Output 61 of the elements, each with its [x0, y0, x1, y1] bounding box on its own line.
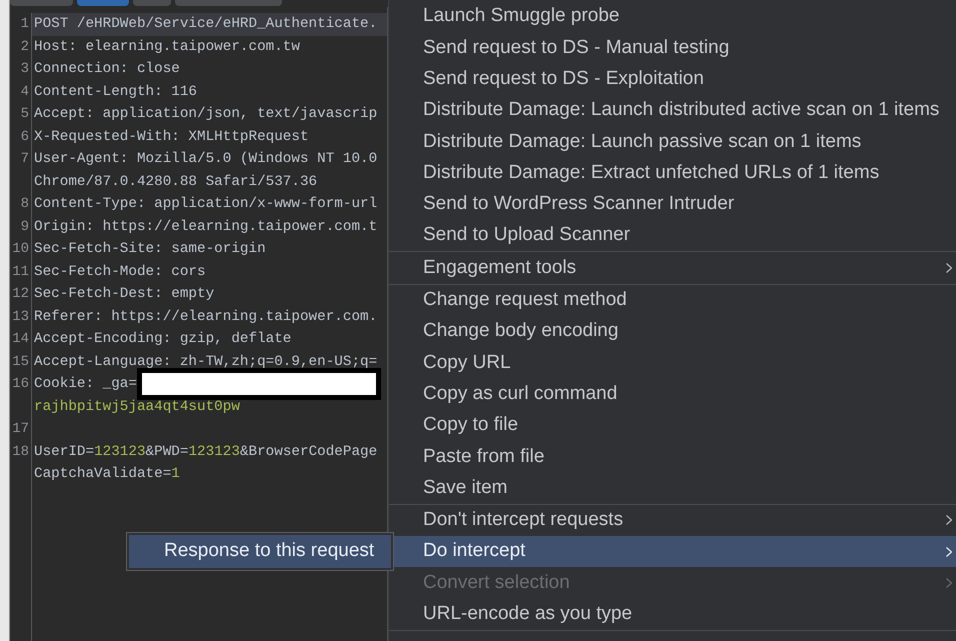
- tab[interactable]: [133, 0, 171, 6]
- code-text: UserID=123123&PWD=123123&BrowserCodePage: [34, 444, 378, 459]
- code-text: Host: elearning.taipower.com.tw: [34, 40, 300, 54]
- code-text: Origin: https://elearning.taipower.com.t: [34, 220, 378, 234]
- line-number: 17: [12, 422, 29, 436]
- code-text: Connection: close: [34, 62, 180, 76]
- code-text: Accept-Language: zh-TW,zh;q=0.9,en-US;q=: [34, 354, 378, 369]
- menu-item[interactable]: Send to Upload Scanner: [389, 220, 956, 252]
- code-text: Cookie: _ga=: [34, 377, 137, 392]
- line-number: 11: [12, 264, 29, 279]
- code-text: CaptchaValidate=1: [34, 467, 180, 482]
- menu-item[interactable]: Send to WordPress Scanner Intruder: [389, 188, 956, 220]
- menu-item[interactable]: Copy URL: [389, 347, 956, 379]
- line-number: 6: [20, 130, 29, 144]
- line-number: 5: [20, 107, 29, 122]
- code-text: Sec-Fetch-Site: same-origin: [34, 242, 266, 256]
- menu-item[interactable]: Copy as curl command: [389, 378, 956, 410]
- line-number: 2: [20, 40, 29, 54]
- line-number: 14: [12, 332, 29, 346]
- menu-item[interactable]: Send request to DS - Manual testing: [389, 32, 956, 64]
- line-number: 7: [20, 152, 29, 166]
- menu-item[interactable]: Change request method: [389, 284, 956, 316]
- menu-item[interactable]: URL-encode as you type: [389, 598, 956, 630]
- line-number: 18: [12, 444, 29, 459]
- menu-item[interactable]: Change body encoding: [389, 316, 956, 348]
- code-text: rajhbpitwj5jaa4qt4sut0pw: [34, 400, 240, 414]
- code-text: Chrome/87.0.4280.88 Safari/537.36: [34, 174, 318, 189]
- line-number: 13: [12, 310, 29, 324]
- code-text: Sec-Fetch-Dest: empty: [34, 287, 214, 302]
- menu-item[interactable]: Launch Smuggle probe: [389, 1, 956, 32]
- tab[interactable]: [77, 0, 129, 6]
- line-number: 4: [20, 84, 29, 99]
- menu-item[interactable]: Don't intercept requests: [389, 504, 956, 536]
- code-text: X-Requested-With: XMLHttpRequest: [34, 130, 309, 144]
- line-number: 10: [12, 242, 29, 256]
- line-number: 1: [20, 17, 29, 32]
- code-text: Accept: application/json, text/javascrip: [34, 107, 378, 122]
- menu-item[interactable]: Paste from file: [389, 441, 956, 472]
- tab[interactable]: [10, 0, 73, 6]
- code-text: Sec-Fetch-Mode: cors: [34, 264, 206, 279]
- line-number: 9: [20, 220, 29, 234]
- code-text: Content-Length: 116: [34, 84, 198, 99]
- code-text: Referer: https://elearning.taipower.com.: [34, 310, 378, 324]
- tab[interactable]: [175, 0, 282, 6]
- code-text: Content-Type: application/x-www-form-url: [34, 197, 378, 212]
- code-text: POST /eHRDWeb/Service/eHRD_Authenticate.: [34, 17, 378, 32]
- line-number: 15: [12, 354, 29, 369]
- menu-item[interactable]: Save item: [389, 472, 956, 504]
- line-number: 16: [12, 377, 29, 392]
- line-number: 8: [20, 197, 29, 212]
- menu-item[interactable]: Distribute Damage: Extract unfetched URLs of 1 items: [389, 157, 956, 189]
- menu-item[interactable]: Copy to file: [389, 410, 956, 442]
- menu-item[interactable]: Distribute Damage: Launch distributed active scan on 1 items: [389, 94, 956, 126]
- line-number: 12: [12, 287, 29, 302]
- menu-item[interactable]: Distribute Damage: Launch passive scan on 1 items: [389, 126, 956, 158]
- code-text: User-Agent: Mozilla/5.0 (Windows NT 10.0: [34, 152, 378, 166]
- code-text: Accept-Encoding: gzip, deflate: [34, 332, 292, 346]
- line-number: 3: [20, 62, 29, 76]
- menu-item[interactable]: Response to this request: [129, 535, 391, 568]
- menu-item[interactable]: Engagement tools: [389, 252, 956, 284]
- menu-item[interactable]: Send request to DS - Exploitation: [389, 64, 956, 95]
